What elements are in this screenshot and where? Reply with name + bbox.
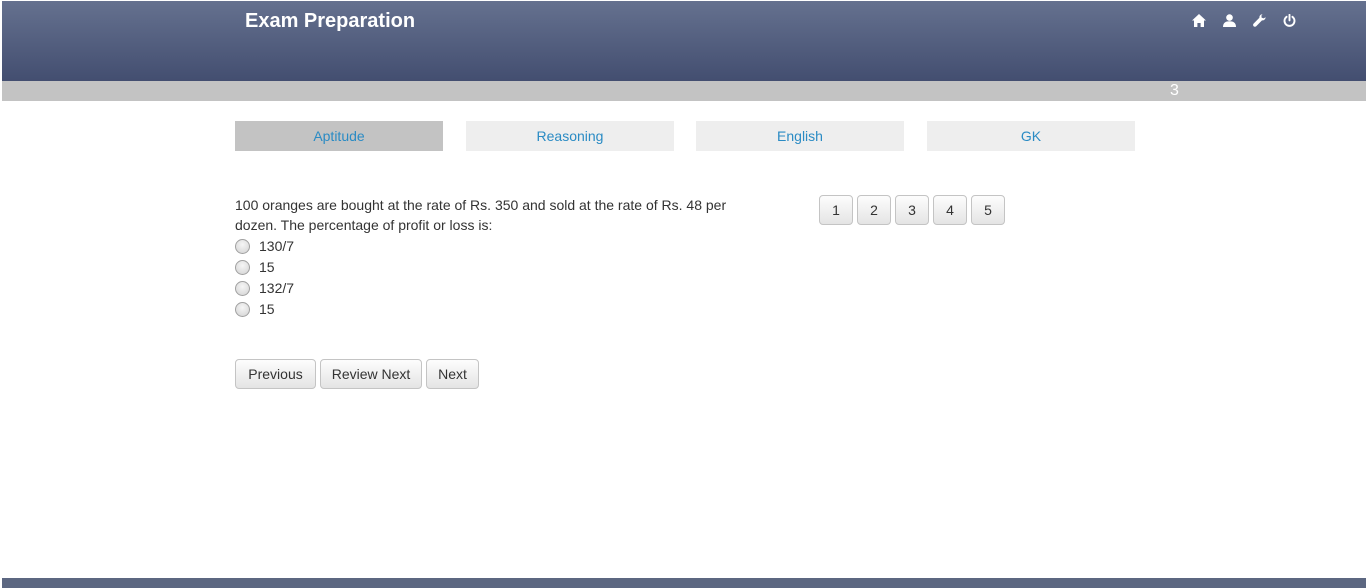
question-number-button[interactable]: 2 bbox=[857, 195, 891, 225]
wrench-icon[interactable] bbox=[1251, 12, 1267, 28]
tab-reasoning[interactable]: Reasoning bbox=[466, 121, 674, 151]
next-button[interactable]: Next bbox=[426, 359, 479, 389]
tab-gk[interactable]: GK bbox=[927, 121, 1135, 151]
option-radio[interactable] bbox=[235, 238, 250, 254]
app-header: Exam Preparation bbox=[2, 1, 1366, 81]
review-next-button[interactable]: Review Next bbox=[320, 359, 422, 389]
previous-button[interactable]: Previous bbox=[235, 359, 316, 389]
answer-option[interactable]: 132/7 bbox=[235, 278, 294, 298]
option-label: 130/7 bbox=[259, 238, 295, 254]
answer-option[interactable]: 15 bbox=[235, 299, 275, 319]
status-bar: 3 bbox=[2, 81, 1366, 101]
question-number-button[interactable]: 1 bbox=[819, 195, 853, 225]
question-number-button[interactable]: 3 bbox=[895, 195, 929, 225]
question-text: 100 oranges are bought at the rate of Rs… bbox=[235, 197, 727, 233]
power-icon[interactable] bbox=[1281, 12, 1297, 28]
header-icon-bar bbox=[1191, 12, 1297, 28]
tab-aptitude[interactable]: Aptitude bbox=[235, 121, 443, 151]
tab-english[interactable]: English bbox=[696, 121, 904, 151]
option-label: 15 bbox=[259, 259, 275, 275]
page-footer bbox=[2, 578, 1366, 588]
option-radio[interactable] bbox=[235, 259, 250, 275]
answer-option[interactable]: 130/7 bbox=[235, 236, 294, 256]
answer-option[interactable]: 15 bbox=[235, 257, 275, 277]
user-icon[interactable] bbox=[1221, 12, 1237, 28]
option-label: 132/7 bbox=[259, 280, 295, 296]
app-title: Exam Preparation bbox=[245, 10, 416, 32]
option-radio[interactable] bbox=[235, 301, 250, 317]
option-label: 15 bbox=[259, 301, 275, 317]
question-number-button[interactable]: 4 bbox=[933, 195, 967, 225]
status-counter: 3 bbox=[1170, 82, 1179, 99]
option-radio[interactable] bbox=[235, 280, 250, 296]
home-icon[interactable] bbox=[1191, 12, 1207, 28]
question-number-button[interactable]: 5 bbox=[971, 195, 1005, 225]
